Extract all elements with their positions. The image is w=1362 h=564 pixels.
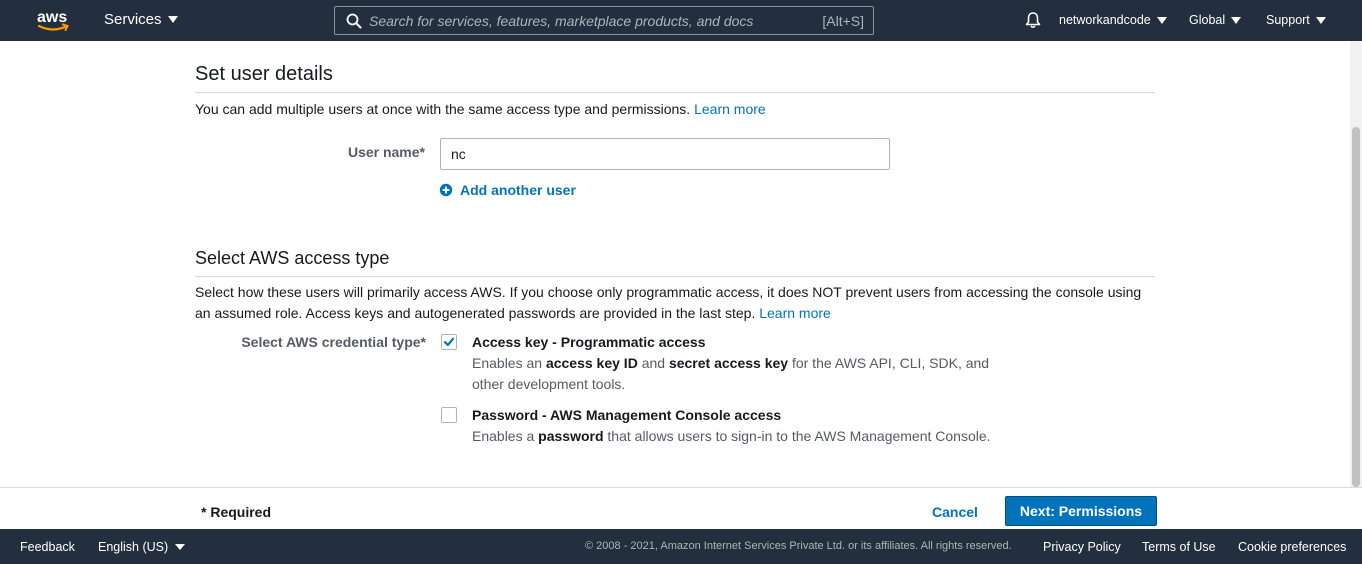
language-label: English (US) xyxy=(98,540,169,554)
password-option-title: Password - AWS Management Console access xyxy=(472,407,782,423)
region-menu[interactable]: Global xyxy=(1189,13,1242,27)
feedback-link[interactable]: Feedback xyxy=(20,540,75,554)
desc-bold-text: secret access key xyxy=(668,355,789,371)
access-key-checkbox[interactable] xyxy=(441,334,457,350)
user-name-label: User name* xyxy=(347,144,425,160)
desc-text: and xyxy=(641,355,666,371)
description-text: Select how these users will primarily ac… xyxy=(195,284,1142,321)
description-text: You can add multiple users at once with … xyxy=(195,101,691,117)
add-another-user-label: Add another user xyxy=(460,182,576,198)
access-key-option-description: Enables an access key ID and secret acce… xyxy=(472,353,1002,395)
footer: Feedback English (US) © 2008 - 2021, Ama… xyxy=(0,529,1362,564)
required-note: * Required xyxy=(201,504,272,520)
search-shortcut-hint: [Alt+S] xyxy=(822,13,864,29)
services-menu[interactable]: Services xyxy=(104,11,178,28)
support-menu[interactable]: Support xyxy=(1266,13,1326,27)
aws-logo-text: aws xyxy=(37,9,67,26)
scrollbar-thumb[interactable] xyxy=(1352,127,1360,487)
top-navigation: aws Services [Alt+S] networkandcode Glob… xyxy=(0,0,1362,41)
terms-of-use-link[interactable]: Terms of Use xyxy=(1142,540,1216,554)
section-divider xyxy=(195,276,1155,277)
desc-bold-text: password xyxy=(538,428,604,444)
privacy-policy-link[interactable]: Privacy Policy xyxy=(1043,540,1121,554)
credential-type-label: Select AWS credential type* xyxy=(241,334,426,350)
access-type-description: Select how these users will primarily ac… xyxy=(195,282,1155,324)
user-name-input[interactable] xyxy=(440,138,890,170)
password-option-description: Enables a password that allows users to … xyxy=(472,426,1002,447)
caret-down-icon xyxy=(1156,16,1167,24)
caret-down-icon xyxy=(167,16,178,23)
language-selector[interactable]: English (US) xyxy=(98,540,186,554)
aws-logo[interactable]: aws xyxy=(36,7,70,33)
access-key-option-title: Access key - Programmatic access xyxy=(472,334,706,350)
checkmark-icon xyxy=(443,337,455,347)
search-box[interactable]: [Alt+S] xyxy=(334,6,874,35)
cancel-button[interactable]: Cancel xyxy=(932,504,978,520)
add-another-user-button[interactable]: Add another user xyxy=(439,182,576,198)
cookie-preferences-link[interactable]: Cookie preferences xyxy=(1238,540,1346,554)
desc-bold-text: access key ID xyxy=(545,355,638,371)
caret-down-icon xyxy=(1315,16,1326,24)
password-checkbox[interactable] xyxy=(441,407,457,423)
next-permissions-button[interactable]: Next: Permissions xyxy=(1005,496,1157,526)
desc-text: that allows users to sign-in to the AWS … xyxy=(607,428,991,444)
wizard-action-bar: * Required Cancel Next: Permissions xyxy=(0,487,1362,529)
region-label: Global xyxy=(1189,13,1226,27)
support-label: Support xyxy=(1266,13,1310,27)
account-label: networkandcode xyxy=(1059,13,1151,27)
search-icon xyxy=(346,13,362,29)
search-input[interactable] xyxy=(369,10,809,31)
copyright-text: © 2008 - 2021, Amazon Internet Services … xyxy=(585,540,1012,552)
caret-down-icon xyxy=(175,544,186,550)
learn-more-link[interactable]: Learn more xyxy=(694,101,766,117)
services-label: Services xyxy=(104,11,162,28)
desc-text: Enables a xyxy=(472,428,535,444)
user-details-description: You can add multiple users at once with … xyxy=(195,99,766,120)
bell-icon[interactable] xyxy=(1024,11,1042,29)
section-divider xyxy=(195,92,1155,93)
section-title-user-details: Set user details xyxy=(195,63,333,85)
section-title-access-type: Select AWS access type xyxy=(195,248,390,268)
caret-down-icon xyxy=(1231,16,1242,24)
learn-more-link[interactable]: Learn more xyxy=(759,305,831,321)
plus-circle-icon xyxy=(439,183,453,197)
desc-text: Enables an xyxy=(472,355,543,371)
account-menu[interactable]: networkandcode xyxy=(1059,13,1167,27)
